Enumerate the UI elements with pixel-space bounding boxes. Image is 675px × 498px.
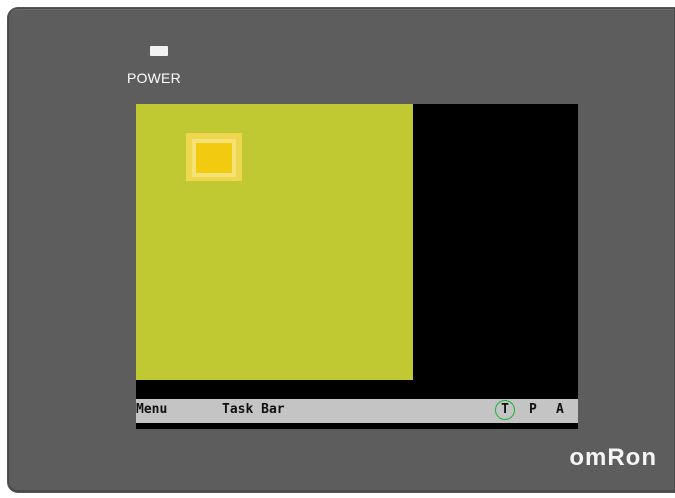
taskbar-label: Task Bar xyxy=(222,402,285,417)
touch-screen[interactable]: Menu Task Bar T P A xyxy=(136,104,578,429)
status-a-button[interactable]: A xyxy=(556,403,564,417)
display-panel xyxy=(136,104,413,380)
status-p-button[interactable]: P xyxy=(529,403,537,417)
lamp-button[interactable] xyxy=(186,133,242,181)
menu-button[interactable]: Menu xyxy=(136,403,167,417)
hmi-device: POWER Menu Task Bar T P A omRon xyxy=(8,8,675,492)
taskbar: Menu Task Bar T P A xyxy=(136,399,578,423)
power-indicator-icon xyxy=(150,46,168,56)
status-t-button[interactable]: T xyxy=(495,400,515,420)
brand-logo: omRon xyxy=(569,444,657,471)
power-label: POWER xyxy=(127,70,181,86)
lamp-icon xyxy=(192,139,236,177)
